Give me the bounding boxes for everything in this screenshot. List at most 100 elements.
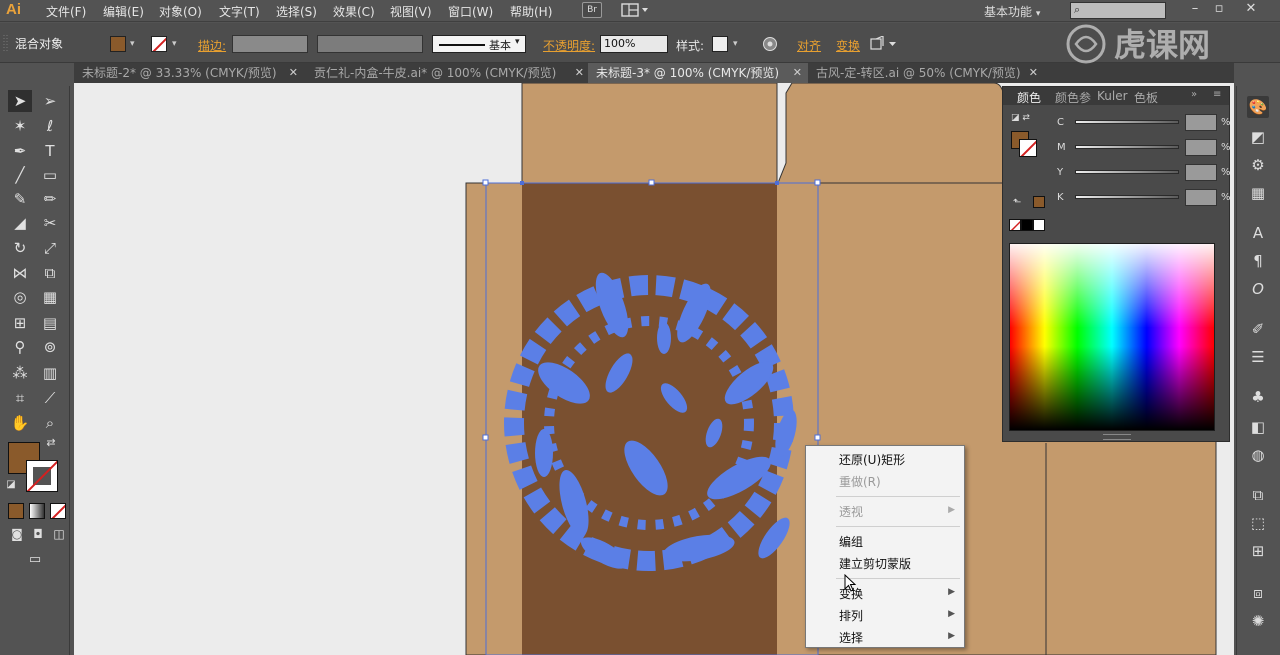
blend-tool-icon[interactable]: ⊚	[38, 336, 62, 358]
screen-mode-icon[interactable]: ▭	[22, 550, 48, 570]
channel-slider-c[interactable]	[1075, 120, 1179, 124]
channel-slider-m[interactable]	[1075, 145, 1179, 149]
menu-item-make-clipping-mask[interactable]: 建立剪切蒙版	[839, 555, 911, 572]
gradient-tool-icon[interactable]: ▤	[38, 312, 62, 334]
stroke-weight-field[interactable]	[232, 35, 308, 53]
transform-panel-icon[interactable]: ⬚	[1247, 512, 1269, 534]
symbol-sprayer-tool-icon[interactable]: ⁂	[8, 362, 32, 384]
default-colors-icon[interactable]: ◪ ⇄	[1011, 113, 1030, 123]
rotate-tool-icon[interactable]: ↻	[8, 237, 32, 259]
menu-effect[interactable]: 效果(C)	[333, 3, 375, 20]
workspace-switcher[interactable]: 基本功能 ▾	[984, 3, 1040, 20]
blob-brush-tool-icon[interactable]: ◢	[8, 212, 32, 234]
menu-help[interactable]: 帮助(H)	[510, 3, 552, 20]
stroke-color-box[interactable]	[26, 460, 58, 492]
menu-item-select[interactable]: 选择	[839, 629, 863, 646]
tab-document-4[interactable]: 古风-定-转区.ai @ 50% (CMYK/预览) ✕	[808, 63, 1044, 83]
graphic-style-swatch[interactable]	[712, 36, 728, 52]
stroke-swatch[interactable]	[151, 36, 167, 52]
transparency-icon[interactable]: ◧	[1247, 416, 1269, 438]
channel-value-k[interactable]	[1185, 189, 1217, 206]
free-transform-tool-icon[interactable]: ⧉	[38, 262, 62, 284]
navigator-icon[interactable]: ✺	[1247, 610, 1269, 632]
close-icon[interactable]: ✕	[1029, 63, 1038, 83]
channel-slider-k[interactable]	[1075, 195, 1179, 199]
menu-select[interactable]: 选择(S)	[276, 3, 317, 20]
align-link[interactable]: 对齐	[797, 37, 821, 54]
type-tool-icon[interactable]: T	[38, 140, 62, 162]
tab-document-1[interactable]: 未标题-2* @ 33.33% (CMYK/预览) ✕	[74, 63, 304, 83]
none-swatch[interactable]	[1009, 219, 1021, 231]
line-tool-icon[interactable]: ╱	[8, 164, 32, 186]
tab-document-3[interactable]: 未标题-3* @ 100% (CMYK/预览) ✕	[588, 63, 808, 83]
maximize-button[interactable]: ▫	[1208, 0, 1230, 20]
fill-swatch[interactable]	[110, 36, 126, 52]
swap-colors-icon[interactable]: ⇄	[44, 436, 58, 450]
slice-tool-icon[interactable]: ⟋	[38, 387, 62, 409]
scale-tool-icon[interactable]: ⤢	[38, 237, 62, 259]
draw-inside-icon[interactable]: ◫	[50, 526, 68, 542]
magic-wand-tool-icon[interactable]: ✶	[8, 115, 32, 137]
menu-edit[interactable]: 编辑(E)	[103, 3, 144, 20]
character-icon[interactable]: A	[1247, 222, 1269, 244]
stroke-link[interactable]: 描边:	[198, 37, 226, 54]
close-icon[interactable]: ✕	[289, 63, 298, 83]
hand-tool-icon[interactable]: ✋	[8, 412, 32, 434]
scissors-tool-icon[interactable]: ✂	[38, 212, 62, 234]
default-colors-icon[interactable]: ◪	[4, 478, 18, 492]
bridge-button[interactable]: Br	[582, 2, 602, 18]
menu-window[interactable]: 窗口(W)	[448, 3, 493, 20]
perspective-grid-tool-icon[interactable]: ▦	[38, 286, 62, 308]
variable-width-field[interactable]	[317, 35, 423, 53]
search-input[interactable]: ⌕	[1070, 2, 1166, 19]
chevron-down-icon[interactable]: ▾	[733, 39, 738, 49]
eyedropper-tool-icon[interactable]: ⚲	[8, 336, 32, 358]
color-palette-icon[interactable]: 🎨	[1247, 96, 1269, 118]
stroke-panel-icon[interactable]: ☰	[1247, 346, 1269, 368]
arrange-documents-button[interactable]	[620, 2, 650, 19]
menu-item-group[interactable]: 编组	[839, 533, 863, 550]
mesh-tool-icon[interactable]: ⊞	[8, 312, 32, 334]
gamut-swatch[interactable]	[1033, 196, 1045, 208]
tab-color-guide[interactable]: 颜色参	[1055, 89, 1091, 106]
menu-object[interactable]: 对象(O)	[159, 3, 202, 20]
lasso-tool-icon[interactable]: ℓ	[38, 115, 62, 137]
color-guide-icon[interactable]: ◩	[1247, 126, 1269, 148]
appearance-icon[interactable]: ◍	[1247, 444, 1269, 466]
paintbrush-tool-icon[interactable]: ✎	[8, 188, 32, 210]
pathfinder-icon[interactable]: ⧉	[1247, 484, 1269, 506]
collapse-icon[interactable]: »	[1191, 89, 1197, 100]
out-of-gamut-icon[interactable]: ⬑	[1013, 197, 1021, 208]
white-swatch[interactable]	[1033, 219, 1045, 231]
shape-builder-tool-icon[interactable]: ◎	[8, 286, 32, 308]
tab-document-2[interactable]: 贡仁礼-内盒-牛皮.ai* @ 100% (CMYK/预览) ✕	[306, 63, 590, 83]
pencil-tool-icon[interactable]: ✏	[38, 188, 62, 210]
menu-file[interactable]: 文件(F)	[46, 3, 86, 20]
close-icon[interactable]: ✕	[575, 63, 584, 83]
menu-item-undo[interactable]: 还原(U)矩形	[839, 451, 905, 468]
color-spectrum[interactable]	[1009, 243, 1215, 431]
tab-color[interactable]: 颜色	[1017, 89, 1041, 106]
stroke-color-box[interactable]	[1019, 139, 1037, 157]
channel-value-c[interactable]	[1185, 114, 1217, 131]
artboard-tool-icon[interactable]: ⌗	[8, 387, 32, 409]
stroke-style-dropdown[interactable]: 基本 ▾	[432, 35, 526, 53]
color-mode-button[interactable]	[8, 503, 24, 519]
opentype-icon[interactable]: O	[1247, 278, 1269, 300]
width-tool-icon[interactable]: ⋈	[8, 262, 32, 284]
draw-behind-icon[interactable]: ◘	[29, 526, 47, 542]
menu-type[interactable]: 文字(T)	[219, 3, 260, 20]
opacity-field[interactable]: 100%	[600, 35, 668, 53]
channel-slider-y[interactable]	[1075, 170, 1179, 174]
chevron-down-icon[interactable]: ▾	[172, 39, 177, 49]
brushes-icon[interactable]: ✐	[1247, 318, 1269, 340]
swatches-icon[interactable]: ▦	[1247, 182, 1269, 204]
minimize-button[interactable]: –	[1184, 0, 1206, 20]
channel-value-y[interactable]	[1185, 164, 1217, 181]
pen-tool-icon[interactable]: ✒	[8, 140, 32, 162]
chevron-down-icon[interactable]: ▾	[130, 39, 135, 49]
recolor-artwork-icon[interactable]	[762, 36, 778, 52]
links-icon[interactable]: ⧈	[1247, 582, 1269, 604]
direct-selection-tool-icon[interactable]: ➢	[38, 90, 62, 112]
menu-item-arrange[interactable]: 排列	[839, 607, 863, 624]
